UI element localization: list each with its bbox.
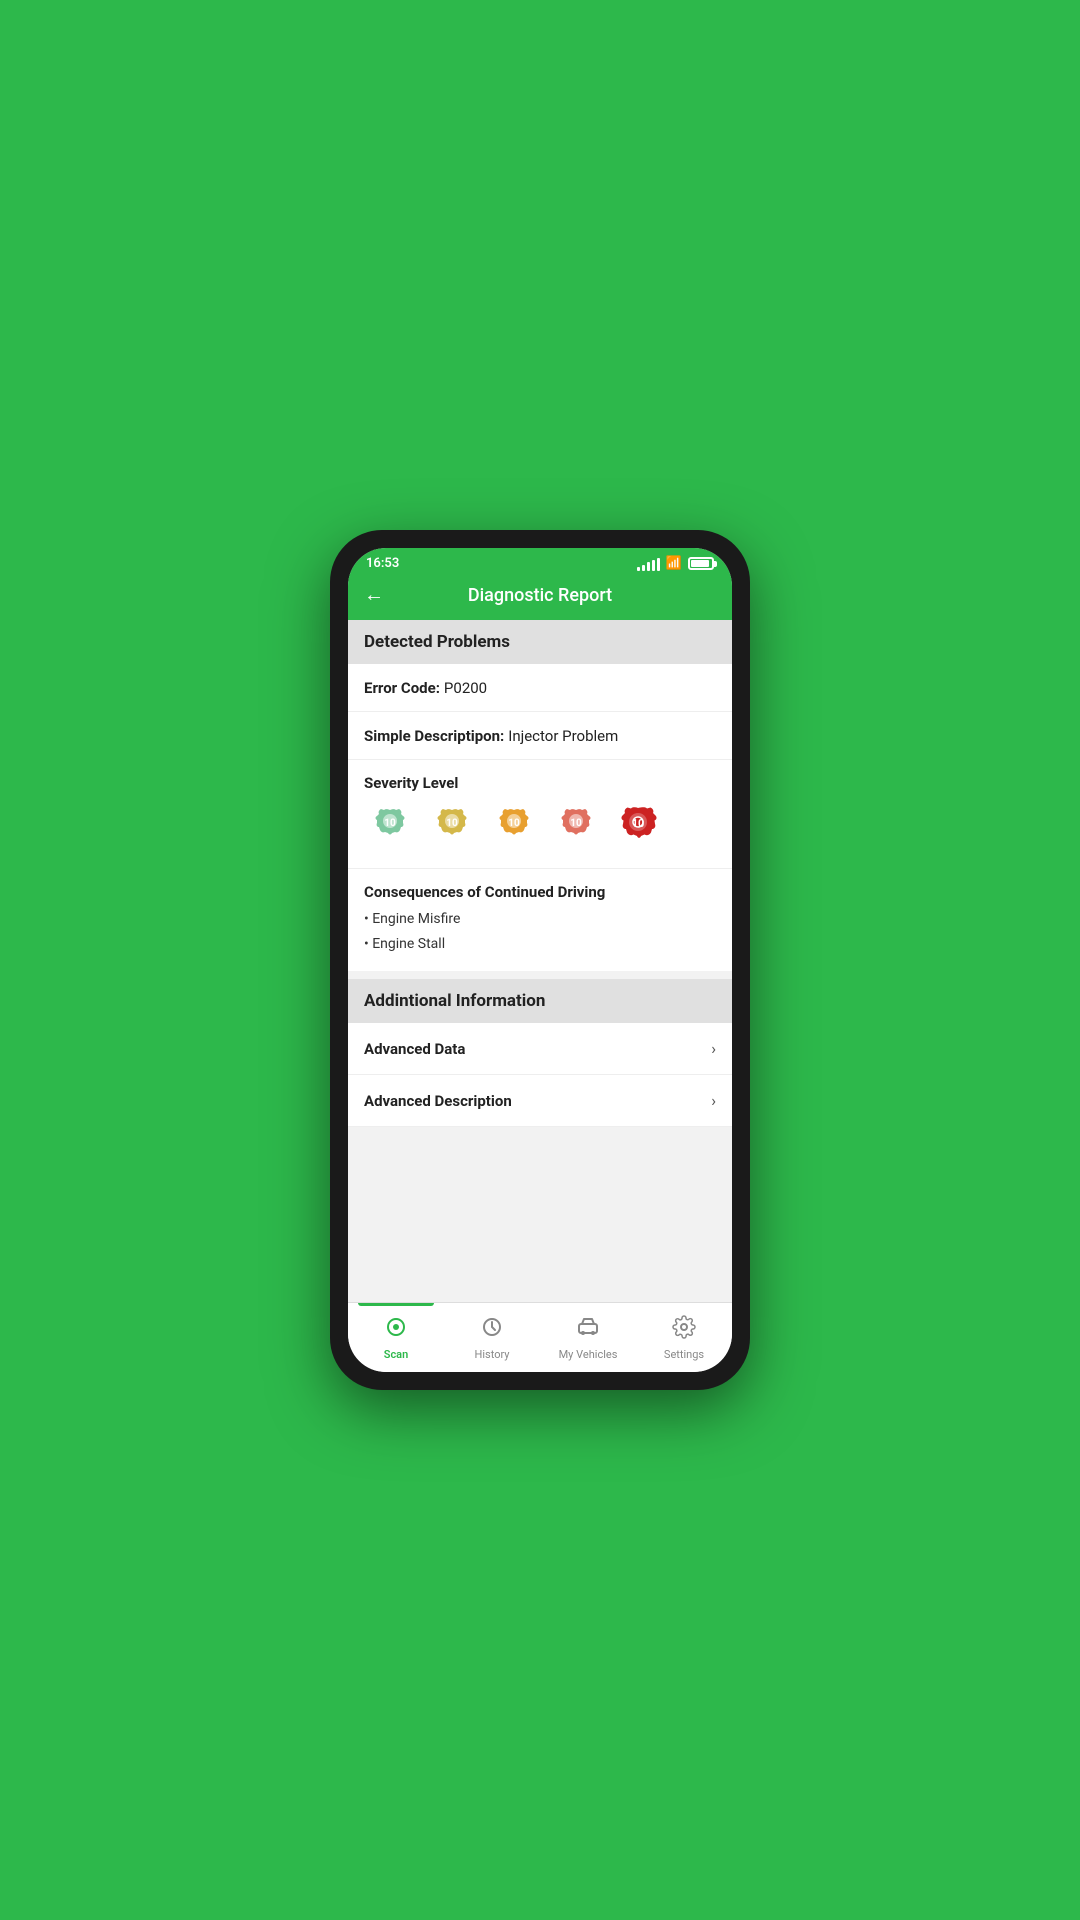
error-code-value: P0200 bbox=[444, 679, 487, 697]
severity-gear-2: 10 bbox=[426, 802, 478, 854]
additional-info-header: Addintional Information bbox=[348, 979, 732, 1023]
svg-text:10: 10 bbox=[508, 818, 520, 829]
error-code-row: Error Code: P0200 bbox=[348, 664, 732, 712]
svg-text:10: 10 bbox=[570, 818, 582, 829]
severity-gear-5-active: 10 bbox=[612, 802, 664, 854]
svg-text:10: 10 bbox=[384, 818, 396, 829]
scan-icon bbox=[384, 1315, 408, 1345]
additional-info-section: Addintional Information Advanced Data › … bbox=[348, 979, 732, 1127]
header-title: Diagnostic Report bbox=[468, 585, 612, 606]
simple-desc-label: Simple Descriptipon: bbox=[364, 727, 504, 745]
history-label: History bbox=[475, 1348, 510, 1361]
battery-icon bbox=[688, 557, 714, 570]
status-icons: 📶 bbox=[637, 556, 714, 571]
nav-item-my-vehicles[interactable]: My Vehicles bbox=[540, 1303, 636, 1372]
back-button[interactable]: ← bbox=[364, 584, 384, 607]
signal-icon bbox=[637, 557, 660, 571]
simple-desc-row: Simple Descriptipon: Injector Problem bbox=[348, 712, 732, 760]
content-area: Detected Problems Error Code: P0200 Simp… bbox=[348, 620, 732, 1302]
my-vehicles-icon bbox=[576, 1315, 600, 1345]
detected-problems-header: Detected Problems bbox=[348, 620, 732, 664]
severity-gear-4: 10 bbox=[550, 802, 602, 854]
phone-frame: 16:53 📶 ← Diagnostic Report bbox=[330, 530, 750, 1390]
nav-item-settings[interactable]: Settings bbox=[636, 1303, 732, 1372]
advanced-description-chevron: › bbox=[711, 1091, 716, 1110]
detected-problems-title: Detected Problems bbox=[364, 632, 510, 652]
consequences-row: Consequences of Continued Driving • Engi… bbox=[348, 869, 732, 971]
my-vehicles-label: My Vehicles bbox=[559, 1348, 618, 1361]
nav-item-history[interactable]: History bbox=[444, 1303, 540, 1372]
consequence-1: • Engine Misfire bbox=[364, 907, 716, 932]
severity-label: Severity Level bbox=[364, 774, 716, 792]
error-code-card: Error Code: P0200 Simple Descriptipon: I… bbox=[348, 664, 732, 971]
app-header: ← Diagnostic Report bbox=[348, 575, 732, 620]
bottom-nav: Scan History bbox=[348, 1302, 732, 1372]
severity-gear-3: 10 bbox=[488, 802, 540, 854]
svg-text:10: 10 bbox=[632, 817, 645, 830]
consequences-title: Consequences of Continued Driving bbox=[364, 883, 716, 901]
advanced-data-label: Advanced Data bbox=[364, 1040, 465, 1058]
nav-item-scan[interactable]: Scan bbox=[348, 1303, 444, 1372]
wifi-icon: 📶 bbox=[666, 556, 682, 571]
settings-icon bbox=[672, 1315, 696, 1345]
advanced-description-label: Advanced Description bbox=[364, 1092, 512, 1110]
history-icon bbox=[480, 1315, 504, 1345]
severity-row: Severity Level 10 bbox=[348, 760, 732, 869]
advanced-data-row[interactable]: Advanced Data › bbox=[348, 1023, 732, 1075]
advanced-data-chevron: › bbox=[711, 1039, 716, 1058]
severity-gear-1: 10 bbox=[364, 802, 416, 854]
settings-label: Settings bbox=[664, 1348, 704, 1361]
simple-desc-value: Injector Problem bbox=[508, 727, 618, 745]
status-bar: 16:53 📶 bbox=[348, 548, 732, 575]
phone-screen: 16:53 📶 ← Diagnostic Report bbox=[348, 548, 732, 1372]
additional-info-title: Addintional Information bbox=[364, 991, 545, 1011]
severity-icons: 10 10 bbox=[364, 802, 716, 854]
advanced-description-row[interactable]: Advanced Description › bbox=[348, 1075, 732, 1127]
consequence-2: • Engine Stall bbox=[364, 932, 716, 957]
scan-label: Scan bbox=[384, 1348, 409, 1361]
error-code-label: Error Code: bbox=[364, 679, 440, 697]
svg-text:10: 10 bbox=[446, 818, 458, 829]
status-time: 16:53 bbox=[366, 556, 399, 571]
